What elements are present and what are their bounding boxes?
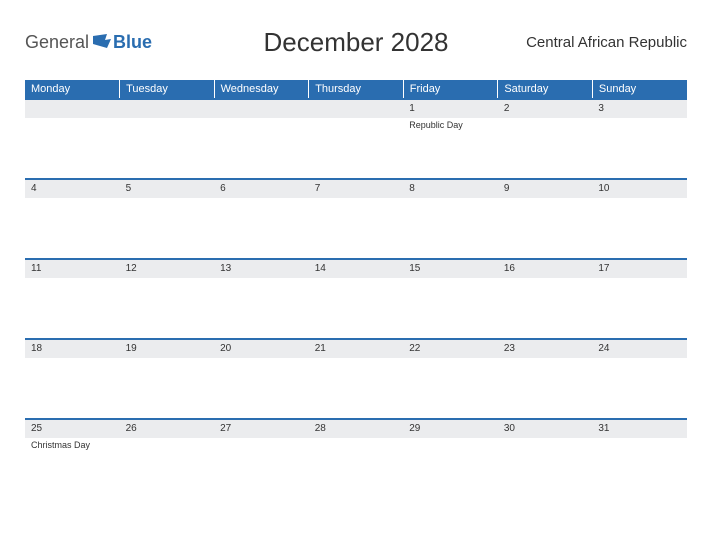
calendar-cell: 31 bbox=[592, 419, 687, 499]
date-number: 21 bbox=[309, 340, 404, 358]
calendar-cell: 25Christmas Day bbox=[25, 419, 120, 499]
date-number: 14 bbox=[309, 260, 404, 278]
date-number: 4 bbox=[25, 180, 120, 198]
calendar-cell: 10 bbox=[592, 179, 687, 259]
day-header: Friday bbox=[403, 80, 498, 99]
calendar-cell: 8 bbox=[403, 179, 498, 259]
date-number bbox=[214, 100, 309, 118]
date-number: 1 bbox=[403, 100, 498, 118]
date-number: 25 bbox=[25, 420, 120, 438]
calendar-cell bbox=[120, 99, 215, 179]
date-number: 12 bbox=[120, 260, 215, 278]
calendar-cell: 5 bbox=[120, 179, 215, 259]
date-number: 22 bbox=[403, 340, 498, 358]
date-number: 15 bbox=[403, 260, 498, 278]
logo-flag-icon bbox=[93, 34, 111, 48]
calendar-cell: 4 bbox=[25, 179, 120, 259]
day-header: Monday bbox=[25, 80, 120, 99]
calendar-cell: 11 bbox=[25, 259, 120, 339]
date-number: 5 bbox=[120, 180, 215, 198]
event-label: Christmas Day bbox=[25, 438, 120, 452]
date-number: 13 bbox=[214, 260, 309, 278]
calendar-week-row: 25Christmas Day262728293031 bbox=[25, 419, 687, 499]
date-number: 30 bbox=[498, 420, 593, 438]
date-number bbox=[25, 100, 120, 118]
date-number: 26 bbox=[120, 420, 215, 438]
calendar-grid: Monday Tuesday Wednesday Thursday Friday… bbox=[25, 80, 687, 499]
date-number: 3 bbox=[592, 100, 687, 118]
calendar-cell: 23 bbox=[498, 339, 593, 419]
day-header: Tuesday bbox=[120, 80, 215, 99]
calendar-cell: 2 bbox=[498, 99, 593, 179]
calendar-cell: 7 bbox=[309, 179, 404, 259]
date-number: 11 bbox=[25, 260, 120, 278]
date-number: 7 bbox=[309, 180, 404, 198]
calendar-cell: 6 bbox=[214, 179, 309, 259]
logo: General Blue bbox=[25, 32, 152, 53]
calendar-title: December 2028 bbox=[264, 27, 449, 58]
calendar-cell: 28 bbox=[309, 419, 404, 499]
date-number: 10 bbox=[592, 180, 687, 198]
calendar-cell: 3 bbox=[592, 99, 687, 179]
date-number bbox=[309, 100, 404, 118]
day-header: Thursday bbox=[309, 80, 404, 99]
calendar-cell: 30 bbox=[498, 419, 593, 499]
calendar-week-row: 11121314151617 bbox=[25, 259, 687, 339]
logo-text-general: General bbox=[25, 32, 89, 53]
date-number: 24 bbox=[592, 340, 687, 358]
date-number: 19 bbox=[120, 340, 215, 358]
event-label: Republic Day bbox=[403, 118, 498, 132]
date-number: 28 bbox=[309, 420, 404, 438]
date-number: 17 bbox=[592, 260, 687, 278]
calendar-cell: 12 bbox=[120, 259, 215, 339]
calendar-cell: 1Republic Day bbox=[403, 99, 498, 179]
logo-text-blue: Blue bbox=[113, 32, 152, 53]
date-number: 27 bbox=[214, 420, 309, 438]
calendar-cell: 18 bbox=[25, 339, 120, 419]
date-number: 2 bbox=[498, 100, 593, 118]
calendar-cell: 29 bbox=[403, 419, 498, 499]
calendar-cell: 17 bbox=[592, 259, 687, 339]
calendar-cell: 20 bbox=[214, 339, 309, 419]
day-header: Saturday bbox=[498, 80, 593, 99]
calendar-cell: 24 bbox=[592, 339, 687, 419]
date-number: 9 bbox=[498, 180, 593, 198]
calendar-cell bbox=[309, 99, 404, 179]
calendar-cell: 21 bbox=[309, 339, 404, 419]
calendar-cell: 19 bbox=[120, 339, 215, 419]
date-number: 6 bbox=[214, 180, 309, 198]
day-header: Wednesday bbox=[214, 80, 309, 99]
calendar-week-row: 18192021222324 bbox=[25, 339, 687, 419]
calendar-cell: 15 bbox=[403, 259, 498, 339]
calendar-header: General Blue December 2028 Central Afric… bbox=[25, 20, 687, 65]
calendar-cell bbox=[214, 99, 309, 179]
date-number bbox=[120, 100, 215, 118]
date-number: 16 bbox=[498, 260, 593, 278]
calendar-cell: 14 bbox=[309, 259, 404, 339]
calendar-week-row: 1Republic Day23 bbox=[25, 99, 687, 179]
date-number: 29 bbox=[403, 420, 498, 438]
day-header: Sunday bbox=[592, 80, 687, 99]
calendar-cell: 22 bbox=[403, 339, 498, 419]
date-number: 8 bbox=[403, 180, 498, 198]
calendar-cell: 16 bbox=[498, 259, 593, 339]
calendar-cell: 13 bbox=[214, 259, 309, 339]
date-number: 23 bbox=[498, 340, 593, 358]
date-number: 31 bbox=[592, 420, 687, 438]
calendar-week-row: 45678910 bbox=[25, 179, 687, 259]
calendar-cell bbox=[25, 99, 120, 179]
calendar-cell: 9 bbox=[498, 179, 593, 259]
region-label: Central African Republic bbox=[526, 34, 687, 51]
date-number: 20 bbox=[214, 340, 309, 358]
day-header-row: Monday Tuesday Wednesday Thursday Friday… bbox=[25, 80, 687, 99]
calendar-cell: 27 bbox=[214, 419, 309, 499]
calendar-cell: 26 bbox=[120, 419, 215, 499]
date-number: 18 bbox=[25, 340, 120, 358]
